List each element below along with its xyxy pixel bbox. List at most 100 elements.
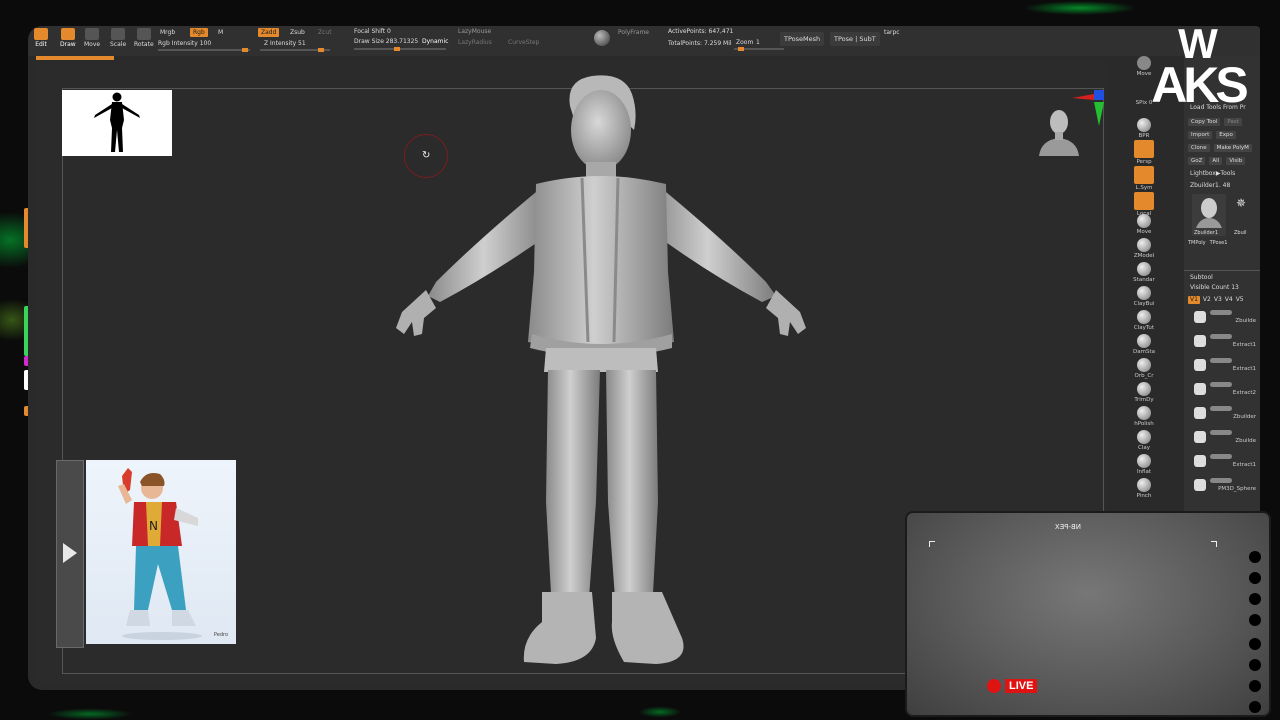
claytubes-brush-button[interactable]: ClayTut [1131, 310, 1157, 331]
make-polymesh-button[interactable]: Make PolyM [1213, 144, 1252, 152]
film-holes [1249, 551, 1263, 715]
curvestep-slider[interactable]: CurveStep [508, 39, 539, 46]
bpr-button[interactable]: BPR [1131, 118, 1157, 139]
subtool-header[interactable]: Subtool [1190, 274, 1213, 281]
tool-indicator-bar [36, 56, 114, 60]
active-points-readout: ActivePoints: 647,471 [668, 28, 734, 35]
polyframe-button[interactable]: PolyFrame [618, 29, 649, 36]
standard-brush-button[interactable]: Standar [1131, 262, 1157, 283]
scale-tool-button[interactable]: Scale [110, 28, 126, 48]
focal-shift-slider[interactable]: Focal Shift 0 [354, 28, 391, 35]
subtool-item[interactable]: Zbuilder [1192, 404, 1256, 426]
aks-logo-icon: W AKS [1151, 20, 1251, 113]
tpose-subt-button[interactable]: TPose | SubT [830, 32, 880, 46]
reference-toggle-tab[interactable] [56, 460, 84, 648]
subtool-item[interactable]: Zbuilde [1192, 308, 1256, 330]
hpolish-brush-button[interactable]: hPolish [1131, 406, 1157, 427]
subtool-item[interactable]: Zbuilde [1192, 428, 1256, 450]
edit-tool-button[interactable]: Edit [34, 28, 48, 48]
lazymouse-button[interactable]: LazyMouse [458, 28, 491, 35]
draw-size-track[interactable] [354, 47, 446, 51]
subtool-item[interactable]: Extract1 [1192, 332, 1256, 354]
character-sculpt[interactable] [356, 72, 816, 682]
subtool-item[interactable]: Extract1 [1192, 356, 1256, 378]
svg-text:N: N [149, 519, 158, 533]
total-points-readout: TotalPoints: 7.259 Mil [668, 40, 732, 47]
z-intensity-slider[interactable]: Z Intensity 51 [264, 40, 306, 47]
frame-corner [1211, 541, 1217, 547]
visible-count-slider[interactable]: Visible Count 13 [1190, 284, 1239, 291]
orb-cracks-brush-button[interactable]: Orb_Cr [1131, 358, 1157, 379]
record-dot-icon [987, 679, 1001, 693]
zoom-slider[interactable] [734, 47, 784, 51]
head-tool-icon [1196, 198, 1222, 228]
v2-button[interactable]: V2 [1203, 296, 1211, 304]
v1-button[interactable]: V1 [1188, 296, 1200, 304]
subtool-item[interactable]: PM3D_Sphere [1192, 476, 1256, 498]
rgb-intensity-slider[interactable]: Rgb Intensity 100 [158, 40, 211, 47]
tool-thumbnail[interactable]: Zbuilder1 [1192, 194, 1226, 236]
clay-brush-button[interactable]: Clay [1131, 430, 1157, 451]
subtool-item[interactable]: Extract1 [1192, 452, 1256, 474]
lazyradius-slider[interactable]: LazyRadius [458, 39, 492, 46]
trimdynamic-brush-button[interactable]: TrimDy [1131, 382, 1157, 403]
play-arrow-icon [63, 543, 77, 563]
live-badge: LIVE [1005, 679, 1038, 693]
move-brush-button[interactable]: Move [1131, 214, 1157, 235]
paste-tool-button[interactable]: Past [1224, 118, 1242, 126]
tpose-mesh-button[interactable]: TPoseMesh [780, 32, 825, 46]
star-icon: ✵ [1236, 196, 1247, 210]
silhouette-figure-icon [94, 92, 140, 152]
goz-visible-button[interactable]: Visib [1226, 157, 1246, 165]
import-button[interactable]: Import [1188, 131, 1213, 139]
rgb-button[interactable]: Rgb [190, 28, 208, 37]
inflate-brush-button[interactable]: Inflat [1131, 454, 1157, 475]
persp-button[interactable]: Persp [1131, 140, 1157, 165]
subtool-item[interactable]: Extract2 [1192, 380, 1256, 402]
zoom-value: 1 [756, 39, 760, 46]
tarpos-button[interactable]: tarpc [884, 29, 900, 36]
z-intensity-track[interactable] [260, 48, 330, 52]
character-model-icon [396, 75, 806, 664]
rotate-tool-button[interactable]: Rotate [134, 28, 154, 48]
rgb-intensity-track[interactable] [158, 48, 250, 52]
dynamic-toggle[interactable]: Dynamic [422, 38, 448, 45]
zadd-button[interactable]: Zadd [258, 28, 280, 37]
axis-gizmo[interactable] [1068, 90, 1104, 130]
lsym-button[interactable]: L.Sym [1131, 166, 1157, 191]
goz-button[interactable]: GoZ [1188, 157, 1206, 165]
silhouette-preview [62, 90, 172, 156]
zsub-button[interactable]: Zsub [290, 29, 305, 36]
claybuildup-brush-button[interactable]: ClayBui [1131, 286, 1157, 307]
zmodeler-brush-button[interactable]: ZModel [1131, 238, 1157, 259]
live-indicator: LIVE [987, 679, 1038, 693]
move-tool-button[interactable]: Move [84, 28, 100, 48]
v5-button[interactable]: V5 [1236, 296, 1244, 304]
m-button[interactable]: M [218, 29, 223, 36]
tmpoly-tool[interactable]: TMPoly [1188, 240, 1206, 246]
lightbox-tools-button[interactable]: Lightbox▶Tools [1190, 170, 1235, 177]
tpose-tool[interactable]: TPose1 [1210, 240, 1228, 246]
reference-signature: Pedro [213, 632, 228, 638]
export-button[interactable]: Expo [1216, 131, 1236, 139]
mrgb-button[interactable]: Mrgb [160, 29, 175, 36]
copy-tool-button[interactable]: Copy Tool [1188, 118, 1221, 126]
v4-button[interactable]: V4 [1225, 296, 1233, 304]
zcut-button[interactable]: Zcut [318, 29, 332, 36]
material-sphere-icon[interactable] [594, 30, 610, 46]
channel-logo: W AKS [1136, 18, 1260, 113]
axis-gizmo-icon [1072, 90, 1104, 126]
webcam-overlay: NB-PEX LIVE [905, 511, 1271, 717]
tool-thumbnail-2[interactable]: ✵ Zbuil [1230, 194, 1260, 236]
damstandard-brush-button[interactable]: DamSta [1131, 334, 1157, 355]
camera-label: NB-PEX [1055, 523, 1082, 531]
draw-tool-button[interactable]: Draw [60, 28, 76, 48]
reference-panel: N Pedro [56, 460, 236, 648]
pinch-brush-button[interactable]: Pinch [1131, 478, 1157, 499]
v3-button[interactable]: V3 [1214, 296, 1222, 304]
clone-button[interactable]: Clone [1188, 144, 1210, 152]
goz-all-button[interactable]: All [1209, 157, 1223, 165]
tool-palette: Load Tools From Pr Copy Tool Past Import E… [1184, 56, 1260, 526]
draw-size-slider[interactable]: Draw Size 283.71325 [354, 38, 418, 45]
zoom-label: Zoom [736, 39, 754, 46]
